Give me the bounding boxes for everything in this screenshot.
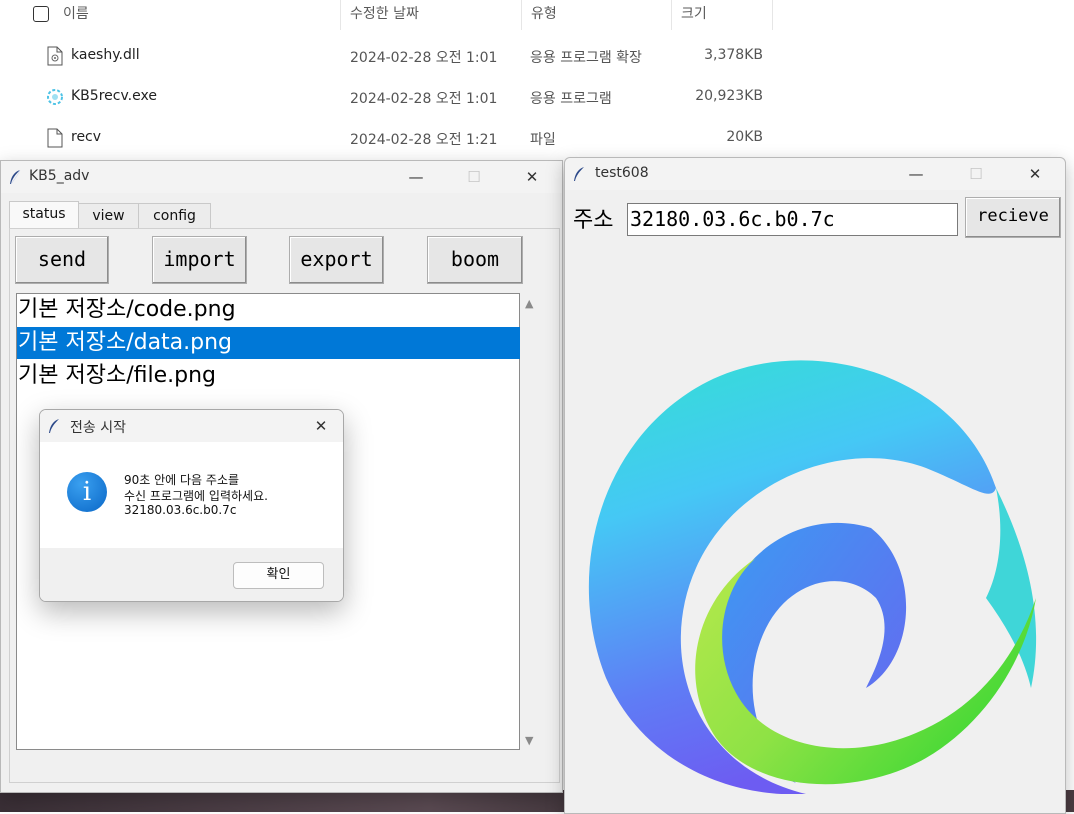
file-modified: 2024-02-28 오전 1:21 <box>350 132 498 148</box>
ok-button[interactable]: 확인 <box>233 562 324 589</box>
file-name: kaeshy.dll <box>71 47 140 63</box>
file-row[interactable]: recv 2024-02-28 오전 1:21 파일 20KB <box>0 118 775 158</box>
list-item[interactable]: 기본 저장소/file.png <box>17 360 520 392</box>
file-type: 응용 프로그램 <box>530 91 612 107</box>
column-divider[interactable] <box>521 0 522 30</box>
window-title: test608 <box>595 165 649 181</box>
dialog-title: 전송 시작 <box>70 420 126 436</box>
import-button[interactable]: import <box>152 236 247 284</box>
file-modified: 2024-02-28 오전 1:01 <box>350 91 498 107</box>
title-bar[interactable]: KB5_adv — ☐ ✕ <box>1 161 562 193</box>
minimize-button[interactable]: — <box>901 162 931 186</box>
listbox-scrollbar[interactable]: ▲ ▼ <box>521 293 541 748</box>
file-row[interactable]: kaeshy.dll 2024-02-28 오전 1:01 응용 프로그램 확장… <box>0 36 775 76</box>
window-title: KB5_adv <box>29 168 90 184</box>
close-button[interactable]: ✕ <box>517 165 547 189</box>
receive-button[interactable]: recieve <box>965 197 1061 238</box>
tab-status[interactable]: status <box>9 201 79 230</box>
dialog-message-line: 90초 안에 다음 주소를 <box>124 473 240 487</box>
column-divider[interactable] <box>671 0 672 30</box>
file-explorer-list: ˄ 이름 수정한 날짜 유형 크기 kaeshy.dll 2024-02-28 … <box>0 0 1074 160</box>
file-type: 파일 <box>530 132 556 148</box>
tab-view[interactable]: view <box>78 203 139 229</box>
column-header-modified[interactable]: 수정한 날짜 <box>350 0 419 30</box>
info-dialog: 전송 시작 ✕ i 90초 안에 다음 주소를 수신 프로그램에 입력하세요. … <box>39 409 344 602</box>
swirl-logo-image <box>588 360 1037 794</box>
list-item[interactable]: 기본 저장소/code.png <box>17 294 520 326</box>
close-button[interactable]: ✕ <box>306 414 336 438</box>
file-row[interactable]: KB5recv.exe 2024-02-28 오전 1:01 응용 프로그램 2… <box>0 77 775 117</box>
minimize-button[interactable]: — <box>401 165 431 189</box>
feather-icon <box>574 167 584 181</box>
column-header-type[interactable]: 유형 <box>531 0 557 30</box>
dll-file-icon <box>47 46 63 66</box>
file-name: KB5recv.exe <box>71 88 157 104</box>
export-button[interactable]: export <box>289 236 384 284</box>
list-item-selected[interactable]: 기본 저장소/data.png <box>17 327 520 359</box>
file-size: 20,923KB <box>695 88 763 104</box>
file-modified: 2024-02-28 오전 1:01 <box>350 50 498 66</box>
dialog-title-bar[interactable]: 전송 시작 ✕ <box>40 410 343 442</box>
test608-window: test608 — ☐ ✕ 주소 32180.03.6c.b0.7c recie… <box>564 157 1066 814</box>
feather-icon <box>49 419 59 433</box>
column-header-size[interactable]: 크기 <box>681 0 707 30</box>
dialog-message-line: 수신 프로그램에 입력하세요. <box>124 489 268 503</box>
file-size: 3,378KB <box>704 47 763 63</box>
send-button[interactable]: send <box>15 236 109 284</box>
tab-config[interactable]: config <box>138 203 211 229</box>
dialog-message-address: 32180.03.6c.b0.7c <box>124 503 237 517</box>
scroll-down-arrow-icon[interactable]: ▼ <box>525 734 533 747</box>
generic-file-icon <box>47 128 63 148</box>
close-button[interactable]: ✕ <box>1020 162 1050 186</box>
scroll-up-arrow-icon[interactable]: ▲ <box>525 297 533 310</box>
address-label: 주소 <box>573 208 614 233</box>
maximize-button[interactable]: ☐ <box>961 162 991 186</box>
file-type: 응용 프로그램 확장 <box>530 50 642 66</box>
title-bar[interactable]: test608 — ☐ ✕ <box>565 158 1065 190</box>
info-icon: i <box>67 472 107 512</box>
feather-icon <box>10 169 21 185</box>
exe-file-icon <box>47 89 63 105</box>
file-name: recv <box>71 129 102 145</box>
address-input[interactable]: 32180.03.6c.b0.7c <box>627 203 958 236</box>
column-header-name[interactable]: 이름 <box>63 0 89 30</box>
sort-caret-icon: ˄ <box>182 0 188 5</box>
maximize-button[interactable]: ☐ <box>459 165 489 189</box>
column-divider[interactable] <box>772 0 773 30</box>
column-divider[interactable] <box>340 0 341 30</box>
file-size: 20KB <box>726 129 763 145</box>
boom-button[interactable]: boom <box>427 236 523 284</box>
select-all-checkbox[interactable] <box>33 6 49 22</box>
